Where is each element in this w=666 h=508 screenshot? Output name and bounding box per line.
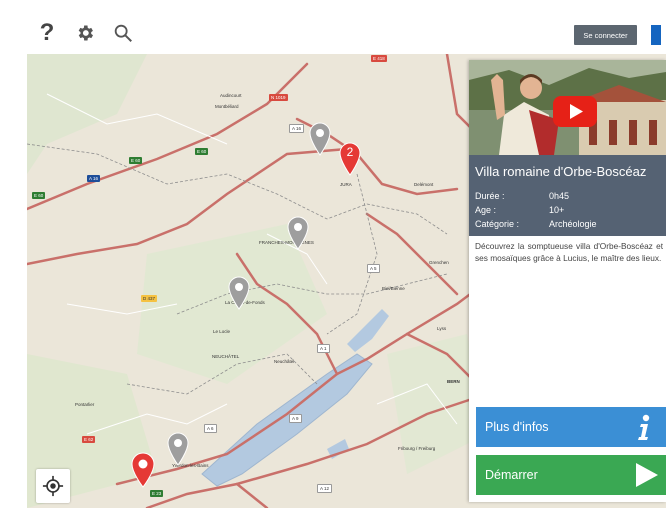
city-label: Grenchen bbox=[429, 260, 449, 265]
duration-label: Durée : bbox=[475, 191, 505, 201]
city-label: Audincourt bbox=[220, 93, 242, 98]
region-label: NEUCHÂTEL bbox=[212, 354, 240, 359]
info-icon bbox=[638, 414, 650, 440]
city-label: Le Locle bbox=[213, 329, 231, 334]
map-marker-inactive[interactable] bbox=[309, 122, 331, 156]
map-marker-cluster[interactable]: 2 bbox=[339, 142, 361, 176]
duration-row: Durée : 0h45 bbox=[475, 191, 569, 201]
road-badge: E 60 bbox=[195, 148, 209, 155]
poi-description: Découvrez la somptueuse villa d'Orbe-Bos… bbox=[475, 241, 663, 263]
age-label: Age : bbox=[475, 205, 497, 215]
category-row: Catégorie : Archéologie bbox=[475, 219, 597, 229]
road-badge: E 60 bbox=[129, 157, 143, 164]
road-badge: N 1019 bbox=[269, 94, 288, 101]
search-icon bbox=[114, 24, 132, 42]
age-row: Age : 10+ bbox=[475, 205, 564, 215]
road-badge: A 16 bbox=[289, 124, 305, 133]
category-value: Archéologie bbox=[549, 219, 597, 229]
road-badge: E 60 bbox=[32, 192, 46, 199]
road-badge: E 62 bbox=[82, 436, 96, 443]
map-marker-inactive[interactable] bbox=[228, 276, 250, 310]
poi-title: Villa romaine d'Orbe-Boscéaz bbox=[475, 164, 647, 179]
video-thumbnail[interactable] bbox=[469, 60, 666, 155]
poi-detail-panel: Villa romaine d'Orbe-Boscéaz Durée : 0h4… bbox=[469, 60, 666, 502]
menu-tab[interactable] bbox=[651, 25, 661, 45]
play-icon bbox=[636, 463, 658, 487]
youtube-play-icon[interactable] bbox=[553, 96, 597, 127]
map-marker-selected[interactable] bbox=[131, 452, 155, 488]
crosshair-icon bbox=[42, 475, 64, 497]
city-label: Montbéliard bbox=[215, 104, 239, 109]
map-marker-inactive[interactable] bbox=[287, 216, 309, 250]
search-button[interactable] bbox=[110, 20, 136, 46]
road-badge: D 437 bbox=[141, 295, 158, 302]
road-badge: A 5 bbox=[367, 264, 380, 273]
more-info-button[interactable]: Plus d'infos bbox=[476, 407, 666, 447]
map-marker-inactive[interactable] bbox=[167, 432, 189, 466]
road-badge: A 12 bbox=[317, 484, 333, 493]
road-badge: A 9 bbox=[289, 414, 302, 423]
city-label: Neuchâtel bbox=[274, 359, 295, 364]
locate-me-button[interactable] bbox=[36, 469, 70, 503]
start-label: Démarrer bbox=[485, 468, 538, 482]
road-badge: A 16 bbox=[87, 175, 101, 182]
gear-icon bbox=[78, 25, 93, 41]
start-button[interactable]: Démarrer bbox=[476, 455, 666, 495]
settings-button[interactable] bbox=[72, 20, 98, 46]
help-button[interactable]: ? bbox=[36, 19, 58, 46]
city-label: Lyss bbox=[437, 326, 447, 331]
category-label: Catégorie : bbox=[475, 219, 520, 229]
city-label: Delémont bbox=[414, 182, 434, 187]
duration-value: 0h45 bbox=[549, 191, 570, 201]
cluster-count: 2 bbox=[346, 145, 354, 159]
road-badge: E 418 bbox=[371, 55, 387, 62]
city-label: Pontarlier bbox=[75, 402, 95, 407]
city-label: Biel/Bienne bbox=[382, 286, 405, 291]
road-badge: A 6 bbox=[204, 424, 217, 433]
city-label: BERN bbox=[447, 379, 460, 384]
top-toolbar: ? Se connecter bbox=[0, 0, 666, 56]
region-label: JURA bbox=[340, 182, 352, 187]
road-badge: A 1 bbox=[317, 344, 330, 353]
login-button[interactable]: Se connecter bbox=[574, 25, 637, 45]
city-label: Fribourg / Freiburg bbox=[398, 446, 436, 451]
more-info-label: Plus d'infos bbox=[485, 420, 549, 434]
road-badge: E 23 bbox=[150, 490, 164, 497]
poi-info-header: Villa romaine d'Orbe-Boscéaz Durée : 0h4… bbox=[469, 155, 666, 236]
age-value: 10+ bbox=[549, 205, 565, 215]
